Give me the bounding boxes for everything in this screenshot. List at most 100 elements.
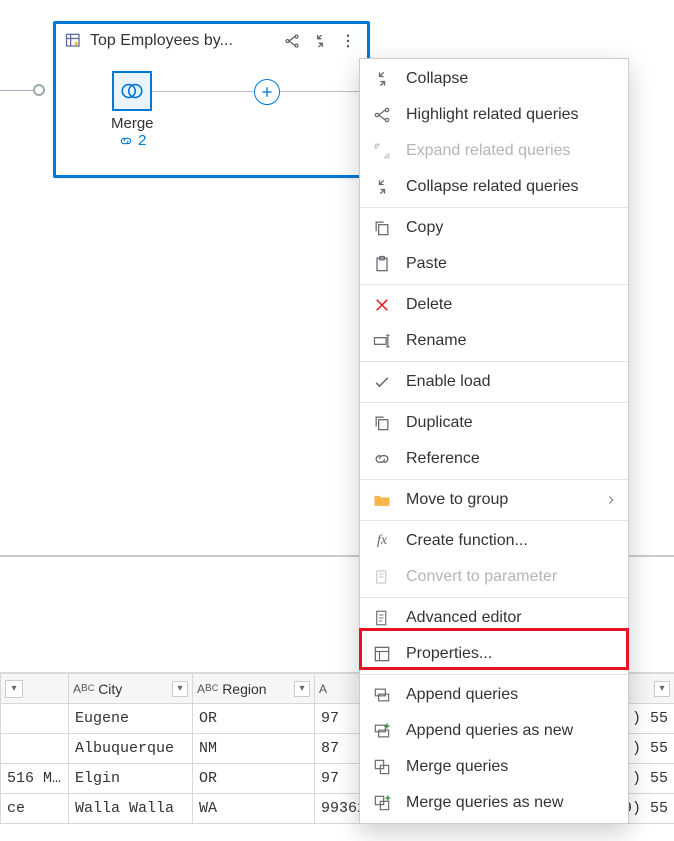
fx-icon: fx	[370, 529, 394, 553]
editor-icon	[370, 606, 394, 630]
column-label: City	[98, 681, 122, 697]
menu-item-merge-queries[interactable]: Merge queries	[360, 749, 628, 785]
menu-label: Expand related queries	[406, 142, 571, 160]
cell[interactable]: ce	[1, 794, 69, 824]
cell[interactable]: Walla Walla	[69, 794, 193, 824]
menu-separator	[360, 520, 628, 521]
menu-label: Properties...	[406, 645, 492, 663]
menu-item-highlight-related[interactable]: Highlight related queries	[360, 97, 628, 133]
collapse-node-icon[interactable]	[309, 30, 331, 52]
menu-item-move-to-group[interactable]: Move to group	[360, 482, 628, 518]
append-new-icon	[370, 719, 394, 743]
chevron-down-icon[interactable]: ▾	[172, 681, 188, 697]
cell[interactable]: Albuquerque	[69, 734, 193, 764]
menu-item-expand-related: Expand related queries	[360, 133, 628, 169]
column-label: Region	[222, 681, 266, 697]
text-type-icon: ABC	[197, 682, 218, 696]
menu-label: Append queries	[406, 686, 518, 704]
menu-label: Merge queries as new	[406, 794, 563, 812]
cell[interactable]: Elgin	[69, 764, 193, 794]
link-count: 2	[138, 132, 146, 149]
menu-item-merge-queries-new[interactable]: Merge queries as new	[360, 785, 628, 821]
menu-item-paste[interactable]: Paste	[360, 246, 628, 282]
query-node[interactable]: Top Employees by... Merge	[53, 21, 370, 178]
menu-item-copy[interactable]: Copy	[360, 210, 628, 246]
menu-item-properties[interactable]: Properties...	[360, 636, 628, 672]
cell[interactable]	[1, 704, 69, 734]
merge-related-count[interactable]: 2	[111, 132, 154, 149]
menu-separator	[360, 284, 628, 285]
delete-x-icon	[370, 293, 394, 317]
menu-label: Create function...	[406, 532, 528, 550]
menu-separator	[360, 402, 628, 403]
menu-separator	[360, 674, 628, 675]
expand-arrows-icon	[370, 139, 394, 163]
append-icon	[370, 683, 394, 707]
cell[interactable]: OR	[193, 764, 315, 794]
menu-item-create-function[interactable]: fx Create function...	[360, 523, 628, 559]
menu-item-convert-parameter: Convert to parameter	[360, 559, 628, 595]
menu-item-append-queries-new[interactable]: Append queries as new	[360, 713, 628, 749]
duplicate-icon	[370, 411, 394, 435]
menu-label: Highlight related queries	[406, 106, 579, 124]
menu-item-collapse-related[interactable]: Collapse related queries	[360, 169, 628, 205]
text-type-icon: ABC	[73, 682, 94, 696]
more-options-icon[interactable]	[337, 30, 359, 52]
menu-label: Advanced editor	[406, 609, 522, 627]
column-header-region[interactable]: ABC Region ▾	[193, 674, 315, 704]
menu-item-rename[interactable]: Rename	[360, 323, 628, 359]
menu-item-advanced-editor[interactable]: Advanced editor	[360, 600, 628, 636]
text-type-icon: A	[319, 682, 327, 696]
menu-label: Append queries as new	[406, 722, 573, 740]
copy-icon	[370, 216, 394, 240]
cell[interactable]: WA	[193, 794, 315, 824]
menu-separator	[360, 361, 628, 362]
cell[interactable]	[1, 734, 69, 764]
menu-separator	[360, 597, 628, 598]
merge-queries-icon	[370, 755, 394, 779]
collapse-arrows-icon	[370, 67, 394, 91]
properties-icon	[370, 642, 394, 666]
merge-step-icon	[112, 71, 152, 111]
chevron-down-icon[interactable]: ▾	[5, 680, 23, 698]
context-menu: Collapse Highlight related queries Expan…	[359, 58, 629, 824]
node-title-row: Top Employees by...	[64, 31, 275, 51]
merge-queries-new-icon	[370, 791, 394, 815]
menu-item-reference[interactable]: Reference	[360, 441, 628, 477]
edge-port-in[interactable]	[33, 84, 45, 96]
checkmark-icon	[370, 370, 394, 394]
column-header-city[interactable]: ABC City ▾	[69, 674, 193, 704]
cell[interactable]: OR	[193, 704, 315, 734]
menu-label: Convert to parameter	[406, 568, 557, 586]
chevron-down-icon[interactable]: ▾	[654, 681, 670, 697]
reference-link-icon	[370, 447, 394, 471]
column-header-prev[interactable]: ▾	[1, 674, 69, 704]
menu-item-append-queries[interactable]: Append queries	[360, 677, 628, 713]
node-title: Top Employees by...	[90, 32, 233, 50]
collapse-arrows-icon	[370, 175, 394, 199]
related-queries-icon[interactable]	[281, 30, 303, 52]
parameter-icon	[370, 565, 394, 589]
menu-label: Paste	[406, 255, 447, 273]
cell[interactable]: 516 M…	[1, 764, 69, 794]
menu-label: Merge queries	[406, 758, 508, 776]
menu-label: Rename	[406, 332, 466, 350]
menu-item-collapse[interactable]: Collapse	[360, 61, 628, 97]
cell[interactable]: Eugene	[69, 704, 193, 734]
menu-label: Delete	[406, 296, 452, 314]
menu-label: Copy	[406, 219, 443, 237]
menu-item-duplicate[interactable]: Duplicate	[360, 405, 628, 441]
add-step-button[interactable]	[254, 79, 280, 105]
plus-icon	[259, 84, 275, 100]
menu-item-delete[interactable]: Delete	[360, 287, 628, 323]
menu-label: Duplicate	[406, 414, 473, 432]
table-lightning-icon	[64, 31, 84, 51]
menu-item-enable-load[interactable]: Enable load	[360, 364, 628, 400]
cell[interactable]: NM	[193, 734, 315, 764]
menu-label: Collapse related queries	[406, 178, 579, 196]
step-connector-line-out	[280, 91, 368, 92]
folder-icon	[370, 488, 394, 512]
graph-share-icon	[370, 103, 394, 127]
chevron-down-icon[interactable]: ▾	[294, 681, 310, 697]
merge-step[interactable]: Merge 2	[111, 71, 154, 149]
